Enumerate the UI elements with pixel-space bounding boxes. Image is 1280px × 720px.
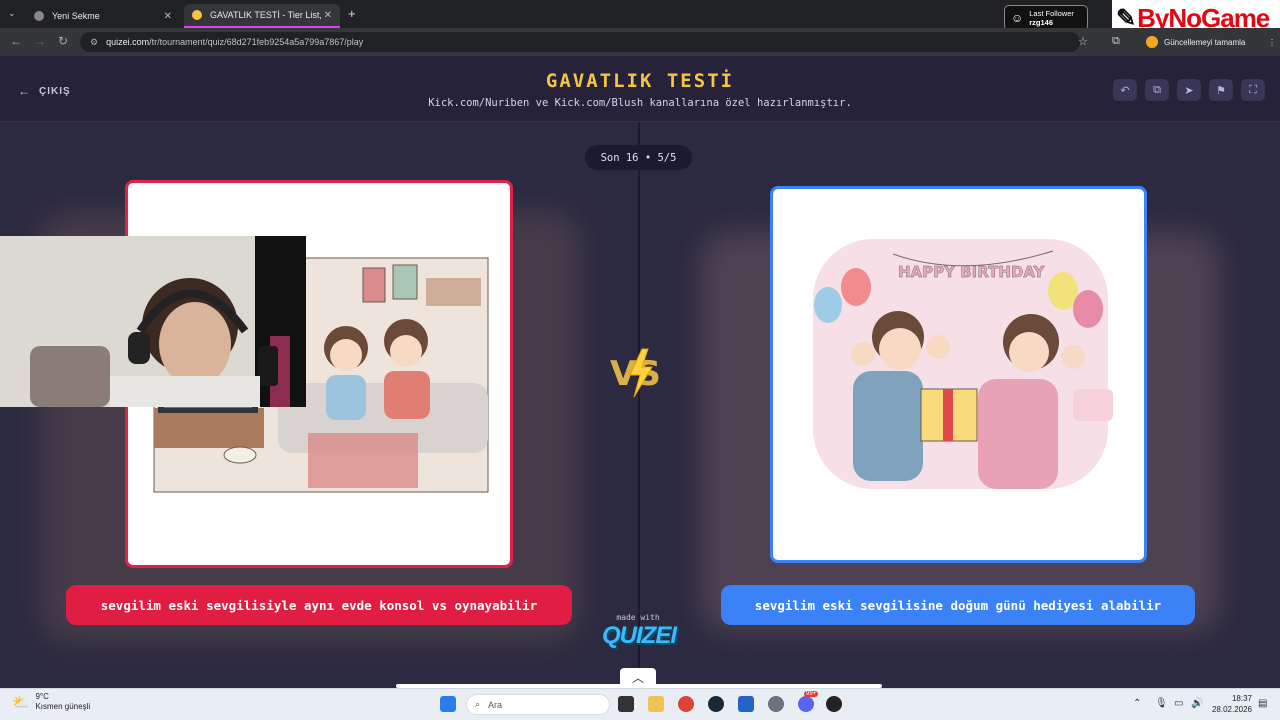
partly-sunny-icon: ⛅ (12, 694, 30, 710)
notification-badge: 99+ (804, 691, 819, 697)
option-card-right[interactable]: HAPPY BIRTHDAY (770, 186, 1147, 563)
happy-birthday-banner: HAPPY BIRTHDAY (898, 263, 1046, 281)
user-icon: ☺ (1011, 10, 1024, 25)
center-divider (638, 122, 640, 688)
search-icon: ⌕ (475, 699, 481, 709)
steam-icon[interactable] (708, 696, 724, 712)
clock-time: 18:37 (1231, 694, 1252, 703)
page-title: GAVATLIK TESTİ (545, 70, 735, 92)
menu-kebab-icon[interactable]: ⋮ (1268, 38, 1276, 47)
globe-icon (34, 11, 44, 21)
reload-icon[interactable]: ↻ (58, 34, 68, 48)
discord-icon[interactable] (798, 696, 814, 712)
fullscreen-icon[interactable]: ⛶ (1241, 79, 1265, 101)
option-caption-right[interactable]: sevgilim eski sevgilisine doğum günü hed… (721, 585, 1195, 625)
task-view-icon[interactable] (618, 696, 634, 712)
tab-new-tab[interactable]: Yeni Sekme ✕ (26, 4, 180, 28)
follower-name: rzg146 (1029, 18, 1054, 27)
url-host: quizei.com (106, 37, 150, 47)
flag-icon[interactable]: ⚑ (1209, 79, 1233, 101)
url-path: /tr/tournament/quiz/68d271feb9254a5a799a… (149, 37, 364, 47)
tab-quiz[interactable]: GAVATLIK TESTİ - Tier List, Kör ✕ (184, 4, 340, 28)
tray-chevron-icon[interactable]: ⌃ (1133, 698, 1141, 709)
page-subtitle: Kick.com/Nuriben ve Kick.com/Blush kanal… (428, 97, 852, 109)
quizei-favicon-icon (192, 10, 202, 20)
clock-date: 28.02.2026 (1211, 705, 1252, 714)
url-field[interactable]: ⚙ quizei.com/tr/tournament/quiz/68d271fe… (80, 32, 1080, 52)
copy-icon[interactable]: ⧉ (1145, 79, 1169, 101)
follower-title: Last Follower (1029, 9, 1074, 18)
obs-icon[interactable] (826, 696, 842, 712)
file-explorer-icon[interactable] (648, 696, 664, 712)
microphone-icon[interactable]: 🎙 (1155, 698, 1168, 709)
tab-label: Yeni Sekme (52, 11, 100, 21)
volume-icon[interactable]: 🔊 (1191, 698, 1203, 709)
tab-list-icon[interactable]: ⌄ (8, 8, 16, 19)
undo-icon[interactable]: ↶ (1113, 79, 1137, 101)
windows-taskbar (0, 688, 1280, 720)
send-icon[interactable]: ➤ (1177, 79, 1201, 101)
back-icon[interactable]: ← (10, 34, 22, 48)
close-tab-icon[interactable]: ✕ (324, 10, 332, 21)
made-with-label: made with (616, 613, 660, 622)
webcam-overlay (0, 236, 306, 407)
settings-icon[interactable] (768, 696, 784, 712)
weather-widget[interactable]: ⛅ 9°C Kısmen güneşli (12, 692, 90, 712)
close-tab-icon[interactable]: ✕ (164, 11, 172, 22)
weather-temp: 9°C (35, 692, 49, 701)
extensions-icon[interactable]: ⧉ (1112, 35, 1120, 48)
search-label: Ara (488, 699, 503, 710)
round-badge: Son 16 • 5/5 (585, 145, 692, 170)
vs-emblem: VS (608, 345, 670, 400)
start-icon[interactable] (440, 696, 456, 712)
tab-label: GAVATLIK TESTİ - Tier List, Kör (210, 10, 322, 20)
forward-icon[interactable]: → (34, 34, 46, 48)
chrome-icon[interactable] (678, 696, 694, 712)
update-button[interactable]: Güncellemeyi tamamla ⋮ (1146, 33, 1276, 51)
bookmark-star-icon[interactable]: ☆ (1078, 35, 1088, 48)
taskbar-search[interactable]: ⌕ Ara (466, 694, 610, 715)
notifications-icon[interactable]: ▤ (1258, 698, 1267, 709)
taskbar-clock[interactable]: 18:37 28.02.2026 (1206, 693, 1252, 715)
update-icon (1146, 36, 1158, 48)
site-info-icon[interactable]: ⚙ (90, 37, 98, 48)
update-label: Güncellemeyi tamamla (1164, 37, 1246, 47)
weather-desc: Kısmen güneşli (35, 702, 91, 711)
network-icon[interactable]: ▭ (1174, 698, 1183, 709)
birthday-gift-illustration: HAPPY BIRTHDAY (813, 239, 1113, 489)
quizei-logo[interactable]: QUIZEI (596, 622, 682, 650)
option-caption-left[interactable]: sevgilim eski sevgilisiyle aynı evde kon… (66, 585, 572, 625)
store-icon[interactable] (738, 696, 754, 712)
new-tab-button[interactable]: + (348, 6, 356, 21)
